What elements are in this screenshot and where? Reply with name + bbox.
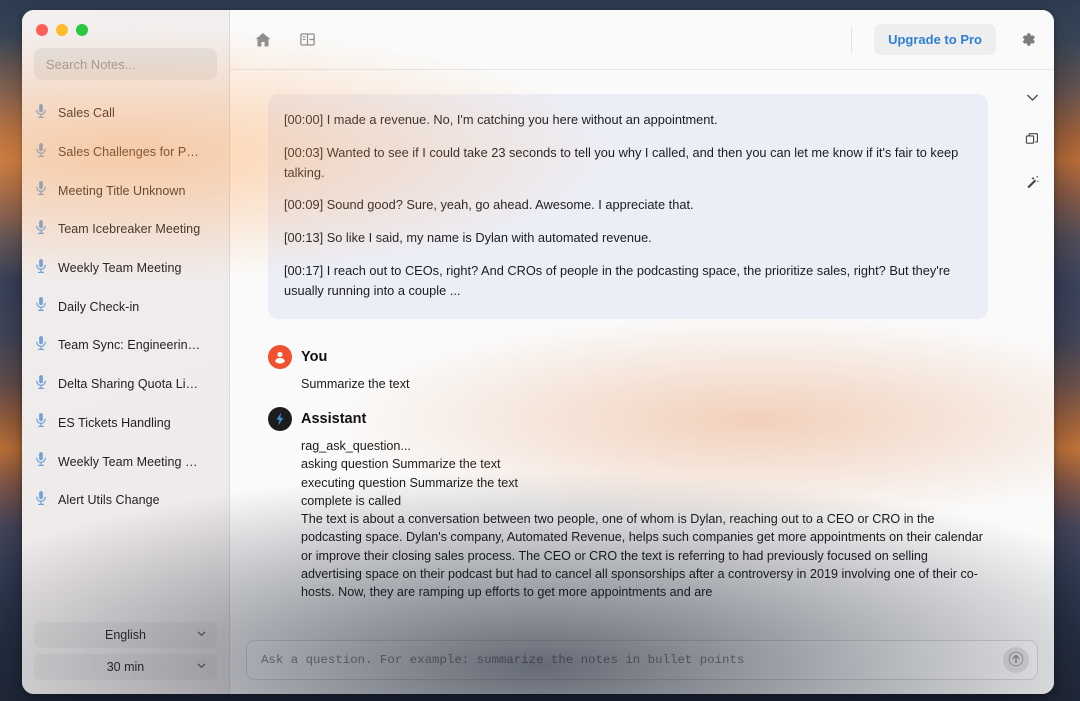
note-title: Delta Sharing Quota Li… bbox=[58, 377, 199, 392]
list-item[interactable]: Delta Sharing Quota Li… bbox=[22, 365, 229, 404]
duration-select[interactable]: 30 min bbox=[34, 654, 217, 680]
microphone-icon bbox=[34, 451, 48, 472]
transcript-card: [00:00] I made a revenue. No, I'm catchi… bbox=[268, 94, 988, 319]
list-item[interactable]: Weekly Team Meeting bbox=[22, 249, 229, 288]
conversation-scroll[interactable]: [00:00] I made a revenue. No, I'm catchi… bbox=[230, 70, 1010, 632]
chevron-down-icon bbox=[196, 628, 207, 642]
message-body: rag_ask_question... asking question Summ… bbox=[268, 437, 988, 601]
transcript-line: [00:09] Sound good? Sure, yeah, go ahead… bbox=[284, 197, 694, 213]
duration-select-value: 30 min bbox=[106, 660, 145, 674]
language-select[interactable]: English bbox=[34, 622, 217, 648]
transcript-line: [00:17] I reach out to CEOs, right? And … bbox=[284, 263, 951, 298]
panel-layout-icon[interactable] bbox=[294, 27, 320, 53]
assistant-summary-text: The text is about a conversation between… bbox=[301, 512, 983, 600]
magic-wand-icon[interactable] bbox=[1021, 170, 1043, 192]
search-input[interactable]: Search Notes... bbox=[34, 48, 217, 80]
message-header: Assistant bbox=[268, 407, 988, 432]
transcript-line: [00:03] Wanted to see if I could take 23… bbox=[284, 144, 959, 180]
message-text: Summarize the text bbox=[301, 376, 410, 391]
microphone-icon bbox=[34, 412, 48, 433]
copy-icon[interactable] bbox=[1021, 128, 1043, 150]
desktop-wallpaper: Search Notes... Sales Call Sales Challen… bbox=[0, 0, 1080, 701]
maximize-window-button[interactable] bbox=[76, 24, 88, 36]
note-title: Sales Call bbox=[58, 106, 115, 121]
message-author: Assistant bbox=[301, 411, 367, 428]
list-item[interactable]: ES Tickets Handling bbox=[22, 404, 229, 443]
main-pane: Upgrade to Pro [00:00] I made a revenue.… bbox=[230, 10, 1054, 694]
notes-list: Sales Call Sales Challenges for P… Meeti… bbox=[22, 90, 229, 622]
composer bbox=[246, 640, 1038, 680]
message-author: You bbox=[301, 348, 328, 365]
lightning-bolt-icon bbox=[268, 407, 292, 432]
chevron-down-icon[interactable] bbox=[1021, 86, 1043, 108]
message-header: You bbox=[268, 344, 988, 369]
microphone-icon bbox=[34, 490, 48, 511]
note-title: ES Tickets Handling bbox=[58, 415, 171, 430]
message-body: Summarize the text bbox=[268, 375, 988, 393]
list-item[interactable]: Daily Check-in bbox=[22, 287, 229, 326]
chevron-down-icon bbox=[196, 660, 207, 674]
list-item[interactable]: Sales Challenges for P… bbox=[22, 133, 229, 172]
note-title: Weekly Team Meeting … bbox=[58, 454, 198, 469]
microphone-icon bbox=[34, 142, 48, 163]
microphone-icon bbox=[34, 103, 48, 124]
assistant-log-line: complete is called bbox=[301, 493, 402, 508]
microphone-icon bbox=[34, 374, 48, 395]
home-icon[interactable] bbox=[250, 27, 276, 53]
microphone-icon bbox=[34, 296, 48, 317]
note-title: Sales Challenges for P… bbox=[58, 145, 199, 160]
user-avatar-icon bbox=[268, 344, 292, 369]
list-item[interactable]: Alert Utils Change bbox=[22, 481, 229, 520]
content-area: [00:00] I made a revenue. No, I'm catchi… bbox=[230, 70, 1054, 632]
sidebar: Search Notes... Sales Call Sales Challen… bbox=[22, 10, 230, 694]
list-item[interactable]: Meeting Title Unknown bbox=[22, 171, 229, 210]
search-container: Search Notes... bbox=[22, 44, 229, 90]
gear-icon[interactable] bbox=[1014, 27, 1040, 53]
composer-container bbox=[230, 632, 1054, 694]
microphone-icon bbox=[34, 180, 48, 201]
note-title: Daily Check-in bbox=[58, 299, 140, 314]
assistant-log-line: executing question Summarize the text bbox=[301, 475, 519, 490]
assistant-log-line: rag_ask_question... bbox=[301, 439, 411, 454]
sidebar-footer: English 30 min bbox=[22, 622, 229, 694]
note-title: Team Icebreaker Meeting bbox=[58, 222, 201, 237]
window-traffic-lights bbox=[22, 10, 229, 44]
assistant-message: Assistant rag_ask_question... asking que… bbox=[268, 407, 988, 601]
note-title: Team Sync: Engineerin… bbox=[58, 338, 201, 353]
minimize-window-button[interactable] bbox=[56, 24, 68, 36]
note-title: Meeting Title Unknown bbox=[58, 183, 186, 198]
transcript-line: [00:00] I made a revenue. No, I'm catchi… bbox=[284, 112, 718, 127]
toolbar: Upgrade to Pro bbox=[230, 10, 1054, 70]
assistant-log-line: asking question Summarize the text bbox=[301, 457, 501, 472]
microphone-icon bbox=[34, 258, 48, 279]
list-item[interactable]: Sales Call bbox=[22, 94, 229, 133]
note-title: Weekly Team Meeting bbox=[58, 261, 182, 276]
list-item[interactable]: Team Icebreaker Meeting bbox=[22, 210, 229, 249]
question-input[interactable] bbox=[261, 641, 1003, 679]
send-button[interactable] bbox=[1003, 647, 1029, 673]
toolbar-divider bbox=[851, 26, 853, 53]
arrow-up-icon bbox=[1008, 651, 1024, 670]
right-icon-rail bbox=[1010, 70, 1054, 632]
app-window: Search Notes... Sales Call Sales Challen… bbox=[22, 10, 1054, 694]
upgrade-to-pro-button[interactable]: Upgrade to Pro bbox=[874, 24, 996, 55]
user-message: You Summarize the text bbox=[268, 344, 988, 393]
list-item[interactable]: Weekly Team Meeting … bbox=[22, 442, 229, 481]
language-select-value: English bbox=[105, 628, 146, 642]
note-title: Alert Utils Change bbox=[58, 493, 160, 508]
microphone-icon bbox=[34, 335, 48, 356]
list-item[interactable]: Team Sync: Engineerin… bbox=[22, 326, 229, 365]
search-placeholder-text: Search Notes... bbox=[46, 56, 136, 72]
close-window-button[interactable] bbox=[36, 24, 48, 36]
microphone-icon bbox=[34, 219, 48, 240]
transcript-line: [00:13] So like I said, my name is Dylan… bbox=[284, 230, 652, 246]
